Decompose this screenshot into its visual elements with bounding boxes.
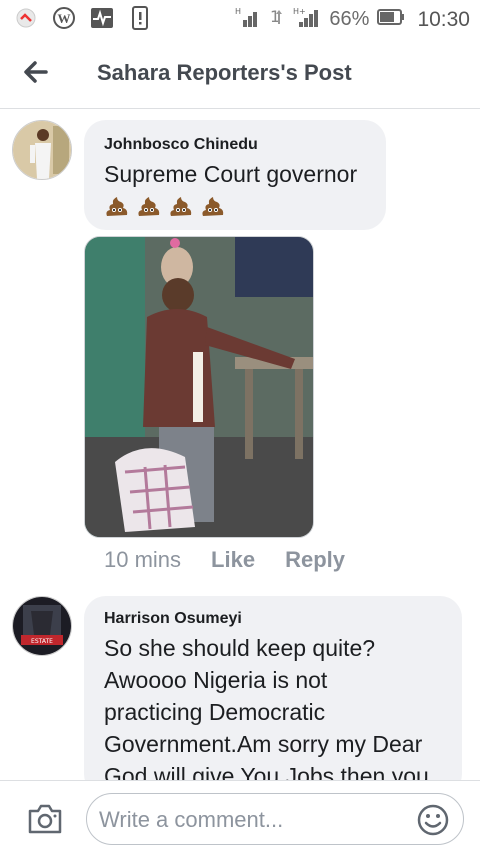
emoji-button[interactable] — [417, 804, 449, 836]
pile-of-poo-icon — [138, 197, 160, 216]
comment-line: Government.Am sorry my Dear — [104, 731, 423, 757]
emoji-row — [104, 194, 357, 218]
signal-h-plus-icon: H+ — [293, 6, 321, 33]
arrow-left-icon — [24, 61, 48, 83]
pile-of-poo-icon — [106, 197, 128, 216]
avatar[interactable]: ESTATE — [12, 596, 72, 656]
sim-alert-icon — [128, 6, 152, 30]
svg-text:W: W — [58, 11, 71, 26]
comment-author[interactable]: Johnbosco Chinedu — [104, 136, 357, 154]
camera-button[interactable] — [26, 803, 64, 835]
data-icon: 1 — [269, 6, 285, 33]
comment-line: Awoooo Nigeria is not — [104, 667, 328, 693]
comment-input[interactable]: Write a comment... — [86, 793, 464, 845]
reply-button[interactable]: Reply — [285, 547, 345, 573]
notification-icon — [14, 6, 38, 30]
comment-bubble: Harrison Osumeyi So she should keep quit… — [84, 596, 462, 796]
comment-bubble: Johnbosco Chinedu Supreme Court governor — [84, 120, 386, 230]
comment-text: Supreme Court governor — [104, 161, 358, 187]
svg-text:H: H — [235, 7, 241, 16]
comment-author[interactable]: Harrison Osumeyi — [104, 610, 429, 628]
comment-placeholder: Write a comment... — [99, 807, 284, 832]
svg-text:ESTATE: ESTATE — [31, 638, 53, 645]
activity-icon — [90, 6, 114, 30]
signal-icon: H — [235, 6, 261, 33]
comment-meta: 10 mins Like Reply — [104, 547, 345, 573]
battery-percent: 66% — [329, 8, 370, 30]
back-button[interactable] — [20, 56, 52, 88]
wordpress-icon: W — [52, 6, 76, 30]
post-header: Sahara Reporters's Post — [0, 38, 480, 109]
comment-photo[interactable] — [84, 236, 314, 538]
comment-composer: Write a comment... — [0, 780, 480, 855]
status-bar: W H 1 H+ 66% 10:30 — [0, 0, 480, 38]
battery-icon — [377, 9, 405, 30]
comment-line: So she should keep quite? — [104, 635, 376, 661]
pile-of-poo-icon — [202, 197, 224, 216]
svg-text:H+: H+ — [293, 7, 306, 16]
comment-time: 10 mins — [104, 547, 182, 572]
avatar[interactable] — [12, 120, 72, 180]
pile-of-poo-icon — [170, 197, 192, 216]
page-title: Sahara Reporters's Post — [97, 60, 352, 85]
clock: 10:30 — [417, 7, 470, 31]
smiley-icon — [417, 804, 449, 836]
comment-line: practicing Democratic — [104, 699, 326, 725]
camera-icon — [28, 804, 62, 834]
like-button[interactable]: Like — [211, 547, 255, 573]
